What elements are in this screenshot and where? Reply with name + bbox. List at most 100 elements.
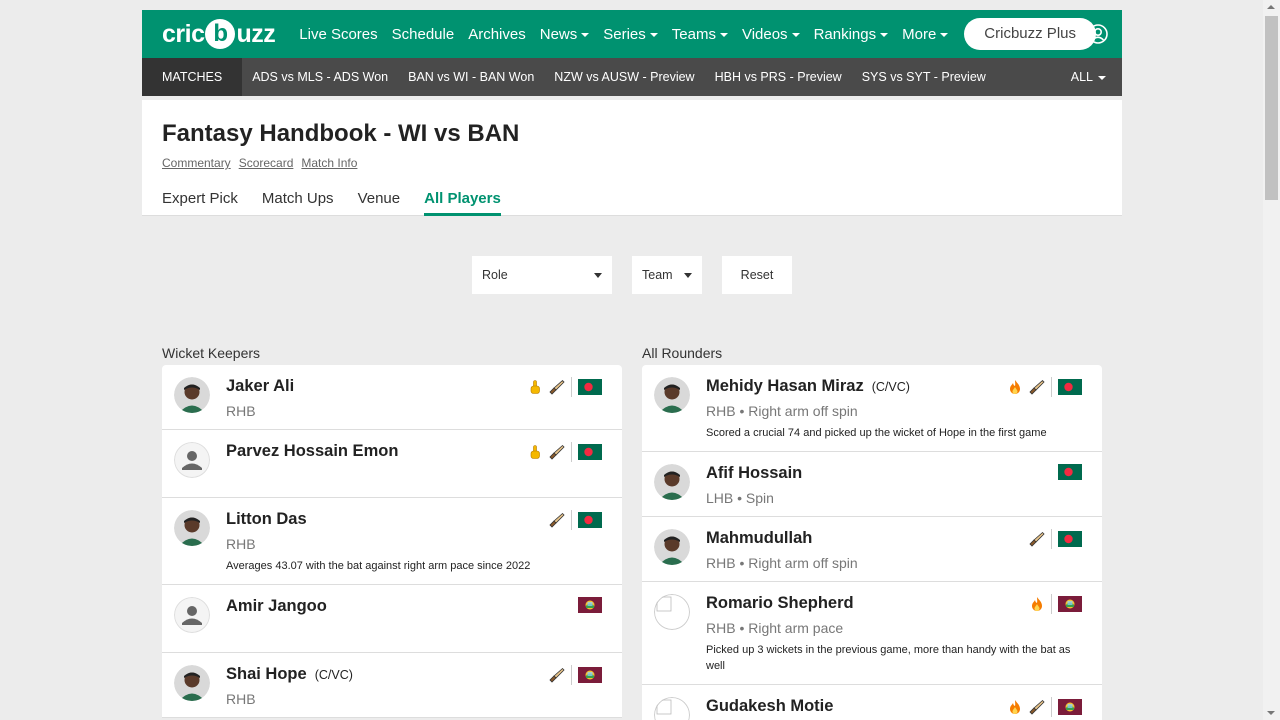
chevron-down-icon: [719, 32, 728, 37]
nav-item-2[interactable]: Archives: [468, 26, 526, 43]
player-meta: LHB • Spin: [706, 490, 774, 506]
player-photo-avatar: [174, 665, 210, 701]
match-link[interactable]: ADS vs MLS - ADS Won: [252, 70, 388, 84]
player-card[interactable]: Mehidy Hasan Miraz (C/VC) RHB • Right arm …: [642, 365, 1102, 452]
player-card[interactable]: Romario Shepherd RHB • Right arm pace Pick…: [642, 582, 1102, 685]
player-icons: [578, 597, 602, 613]
icon-divider: [1051, 377, 1052, 397]
matches-label: MATCHES: [142, 58, 243, 96]
fire-icon: [1010, 700, 1020, 714]
team-select[interactable]: Team: [632, 256, 702, 294]
scroll-thumb[interactable]: [1265, 16, 1278, 200]
nav-item-label: Teams: [671, 25, 716, 43]
icon-divider: [1051, 697, 1052, 717]
bangladesh-flag-icon: [1058, 464, 1082, 480]
tab-3[interactable]: All Players: [424, 190, 501, 216]
nav-menu: Live Scores Schedule Archives News Series Tea…: [299, 26, 962, 43]
all-matches-dropdown[interactable]: ALL: [1071, 70, 1106, 84]
cricbuzz-logo[interactable]: cric b uzz: [162, 19, 276, 49]
nav-item-5[interactable]: Teams: [672, 26, 728, 43]
west-indies-flag-icon: [1058, 699, 1082, 715]
player-meta: RHB • Right arm off spin: [706, 555, 858, 571]
finger-icon: [530, 445, 540, 459]
match-link[interactable]: HBH vs PRS - Preview: [715, 70, 842, 84]
player-icons: [543, 510, 602, 530]
scroll-down-arrow-icon[interactable]: [1267, 711, 1275, 715]
match-sublinks: Commentary Scorecard Match Info: [162, 156, 1102, 170]
icon-divider: [1051, 529, 1052, 549]
role-select[interactable]: Role: [472, 256, 612, 294]
nav-item-label: News: [539, 25, 578, 43]
nav-item-label: Rankings: [813, 25, 877, 43]
player-card[interactable]: Afif Hossain LHB • Spin: [642, 452, 1102, 517]
player-photo-avatar: [174, 510, 210, 546]
page-container: cric b uzz Live Scores Schedule Archives News…: [142, 10, 1122, 720]
tab-1[interactable]: Match Ups: [262, 190, 334, 216]
bat-icon: [549, 444, 565, 460]
player-icons: [543, 665, 602, 685]
player-card[interactable]: Parvez Hossain Emon: [162, 430, 622, 498]
nav-item-7[interactable]: Rankings: [814, 26, 889, 43]
chevron-down-icon: [594, 273, 602, 278]
icon-divider: [571, 665, 572, 685]
page-scrollbar[interactable]: [1263, 0, 1280, 720]
nav-item-3[interactable]: News: [540, 26, 590, 43]
player-name: Romario Shepherd: [706, 594, 854, 612]
nav-item-4[interactable]: Series: [603, 26, 658, 43]
nav-item-6[interactable]: Videos: [742, 26, 800, 43]
player-card[interactable]: Litton Das RHB Averages 43.07 with the bat…: [162, 498, 622, 585]
player-name: Litton Das: [226, 510, 307, 528]
sublink-0[interactable]: Commentary: [162, 156, 231, 170]
tab-0[interactable]: Expert Pick: [162, 190, 238, 216]
user-account-icon[interactable]: [1088, 24, 1108, 44]
all-rounders-column: All Rounders Mehidy Hasan Miraz (C/VC) RHB…: [642, 345, 1102, 720]
player-icons: [1001, 377, 1082, 397]
default-avatar-icon: [174, 442, 210, 478]
player-note: Scored a crucial 74 and picked up the wi…: [706, 427, 1047, 439]
player-name: Amir Jangoo: [226, 597, 327, 615]
icon-divider: [1051, 594, 1052, 614]
match-link[interactable]: NZW vs AUSW - Preview: [554, 70, 694, 84]
fire-icon: [1010, 380, 1020, 394]
nav-item-8[interactable]: More: [902, 26, 949, 43]
player-name: Parvez Hossain Emon: [226, 442, 399, 460]
all-rounders-list: Mehidy Hasan Miraz (C/VC) RHB • Right arm …: [642, 365, 1102, 720]
role-select-label: Role: [482, 268, 508, 282]
player-name: Jaker Ali: [226, 377, 295, 395]
match-list: ADS vs MLS - ADS Won BAN vs WI - BAN Won N…: [252, 70, 1006, 84]
player-note: Averages 43.07 with the bat against righ…: [226, 560, 531, 572]
bangladesh-flag-icon: [1058, 379, 1082, 395]
logo-text-pre: cric: [162, 19, 205, 48]
player-card[interactable]: Gudakesh Motie: [642, 685, 1102, 720]
player-icons: [1058, 464, 1082, 480]
nav-item-0[interactable]: Live Scores: [299, 26, 377, 43]
bangladesh-flag-icon: [578, 444, 602, 460]
player-card[interactable]: Mahmudullah RHB • Right arm off spin: [642, 517, 1102, 582]
chevron-down-icon: [581, 32, 590, 37]
page-title: Fantasy Handbook - WI vs BAN: [162, 120, 520, 147]
player-card[interactable]: Amir Jangoo: [162, 585, 622, 653]
player-icons: [1023, 594, 1082, 614]
chevron-down-icon: [684, 273, 692, 278]
bangladesh-flag-icon: [578, 379, 602, 395]
player-photo-avatar: [174, 377, 210, 413]
bat-icon: [1029, 379, 1045, 395]
match-link[interactable]: BAN vs WI - BAN Won: [408, 70, 534, 84]
sublink-1[interactable]: Scorecard: [239, 156, 294, 170]
scroll-up-arrow-icon[interactable]: [1267, 5, 1275, 9]
logo-text-post: uzz: [236, 19, 276, 48]
filter-bar: Role Team Reset: [142, 256, 1122, 294]
player-note: Picked up 3 wickets in the previous game…: [706, 644, 1071, 672]
tab-2[interactable]: Venue: [358, 190, 401, 216]
cricbuzz-plus-button[interactable]: Cricbuzz Plus: [964, 18, 1096, 50]
player-name-row: Amir Jangoo: [226, 597, 610, 616]
match-link[interactable]: SYS vs SYT - Preview: [862, 70, 986, 84]
reset-button[interactable]: Reset: [722, 256, 792, 294]
player-card[interactable]: Jaker Ali RHB: [162, 365, 622, 430]
player-card[interactable]: Shai Hope (C/VC) RHB: [162, 653, 622, 718]
player-photo-avatar: [654, 529, 690, 565]
all-label: ALL: [1070, 70, 1093, 84]
player-icons: [521, 442, 602, 462]
sublink-2[interactable]: Match Info: [301, 156, 357, 170]
nav-item-1[interactable]: Schedule: [392, 26, 455, 43]
